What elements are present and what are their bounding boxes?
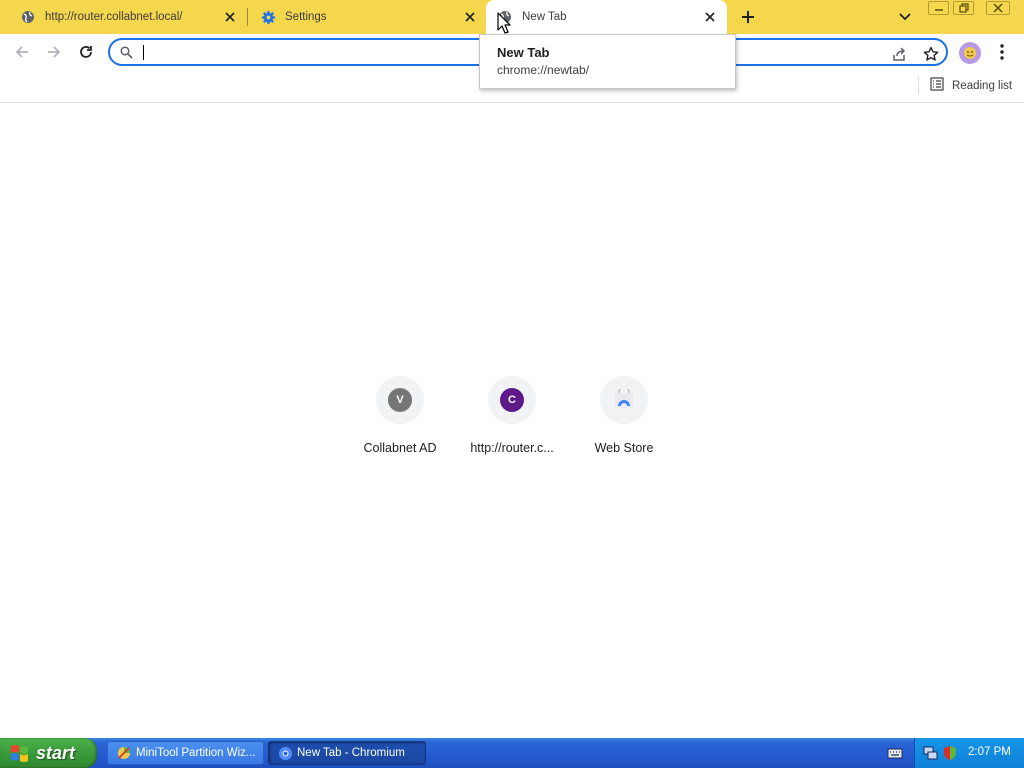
new-tab-button[interactable]: [738, 8, 758, 26]
reload-button[interactable]: [74, 40, 98, 64]
minimize-icon: [934, 9, 943, 11]
taskbar-item-minitool[interactable]: MiniTool Partition Wiz...: [107, 741, 264, 765]
tab-title: Settings: [285, 11, 327, 23]
tab-router[interactable]: http://router.collabnet.local/: [0, 0, 246, 34]
shortcut-icon-bg: C: [488, 376, 536, 424]
start-button[interactable]: start: [0, 738, 97, 768]
back-button[interactable]: [10, 40, 34, 64]
keyboard-icon[interactable]: [887, 746, 903, 760]
close-icon[interactable]: [462, 9, 478, 25]
more-vert-icon: [1000, 44, 1004, 60]
globe-icon: [20, 9, 36, 25]
mouse-cursor-icon: [497, 12, 511, 37]
chevron-down-icon: [899, 13, 911, 21]
tab-new-tab[interactable]: New Tab: [486, 0, 727, 34]
chromium-icon: [277, 745, 293, 761]
network-icon[interactable]: [923, 745, 939, 761]
minitool-icon: [116, 745, 132, 761]
menu-button[interactable]: [994, 42, 1010, 62]
shortcut-label: http://router.c...: [470, 441, 554, 455]
shortcut-icon-bg: V: [376, 376, 424, 424]
windows-logo-icon: [10, 744, 30, 762]
tab-search-button[interactable]: [896, 9, 914, 25]
shortcut-letter-icon: C: [500, 388, 524, 412]
system-tray: 2:07 PM: [914, 738, 1024, 768]
share-icon[interactable]: [890, 45, 908, 63]
close-icon: [993, 3, 1003, 13]
hovercard-url: chrome://newtab/: [497, 63, 590, 77]
tab-title: http://router.collabnet.local/: [45, 11, 183, 23]
reading-list-label: Reading list: [952, 79, 1013, 92]
shortcut-letter-icon: V: [388, 388, 412, 412]
forward-button[interactable]: [42, 40, 66, 64]
gear-icon: [260, 9, 276, 25]
reading-list-icon: [930, 77, 944, 94]
tab-strip: http://router.collabnet.local/ Settings …: [0, 0, 1024, 34]
restore-button[interactable]: [953, 1, 974, 15]
taskbar-item-chromium[interactable]: New Tab - Chromium: [268, 741, 426, 765]
webstore-icon: [613, 385, 635, 412]
close-icon[interactable]: [222, 9, 238, 25]
hovercard-title: New Tab: [497, 45, 550, 60]
shortcut-tile[interactable]: V Collabnet AD: [344, 376, 456, 466]
profile-icon: [964, 47, 976, 59]
bookmark-star-icon[interactable]: [922, 45, 940, 63]
window-close-button[interactable]: [986, 1, 1010, 15]
shortcut-tile[interactable]: C http://router.c...: [456, 376, 568, 466]
reading-list-button[interactable]: Reading list: [930, 77, 1012, 94]
bookmarks-separator: [918, 76, 919, 94]
text-caret: [143, 45, 144, 60]
shortcut-icon-bg: [600, 376, 648, 424]
shortcut-label: Web Store: [594, 441, 654, 455]
close-icon[interactable]: [702, 9, 718, 25]
minimize-button[interactable]: [928, 1, 949, 15]
tab-hovercard: New Tab chrome://newtab/: [479, 34, 736, 89]
profile-avatar[interactable]: [959, 42, 981, 64]
taskbar-item-label: New Tab - Chromium: [297, 747, 405, 759]
tab-title: New Tab: [522, 11, 567, 23]
tab-settings[interactable]: Settings: [240, 0, 486, 34]
taskbar-item-label: MiniTool Partition Wiz...: [136, 747, 256, 759]
search-icon: [120, 46, 133, 62]
shortcut-tile[interactable]: Web Store: [568, 376, 680, 466]
taskbar: start MiniTool Partition Wiz... New Tab …: [0, 738, 1024, 768]
arrow-left-icon: [15, 46, 28, 58]
plus-icon: [742, 11, 754, 23]
reload-icon: [80, 46, 92, 58]
arrow-right-icon: [48, 46, 61, 58]
taskbar-clock: 2:07 PM: [968, 746, 1011, 758]
start-label: start: [36, 742, 76, 763]
security-shield-icon[interactable]: [942, 745, 958, 761]
shortcut-label: Collabnet AD: [363, 441, 437, 455]
restore-icon: [958, 3, 969, 13]
